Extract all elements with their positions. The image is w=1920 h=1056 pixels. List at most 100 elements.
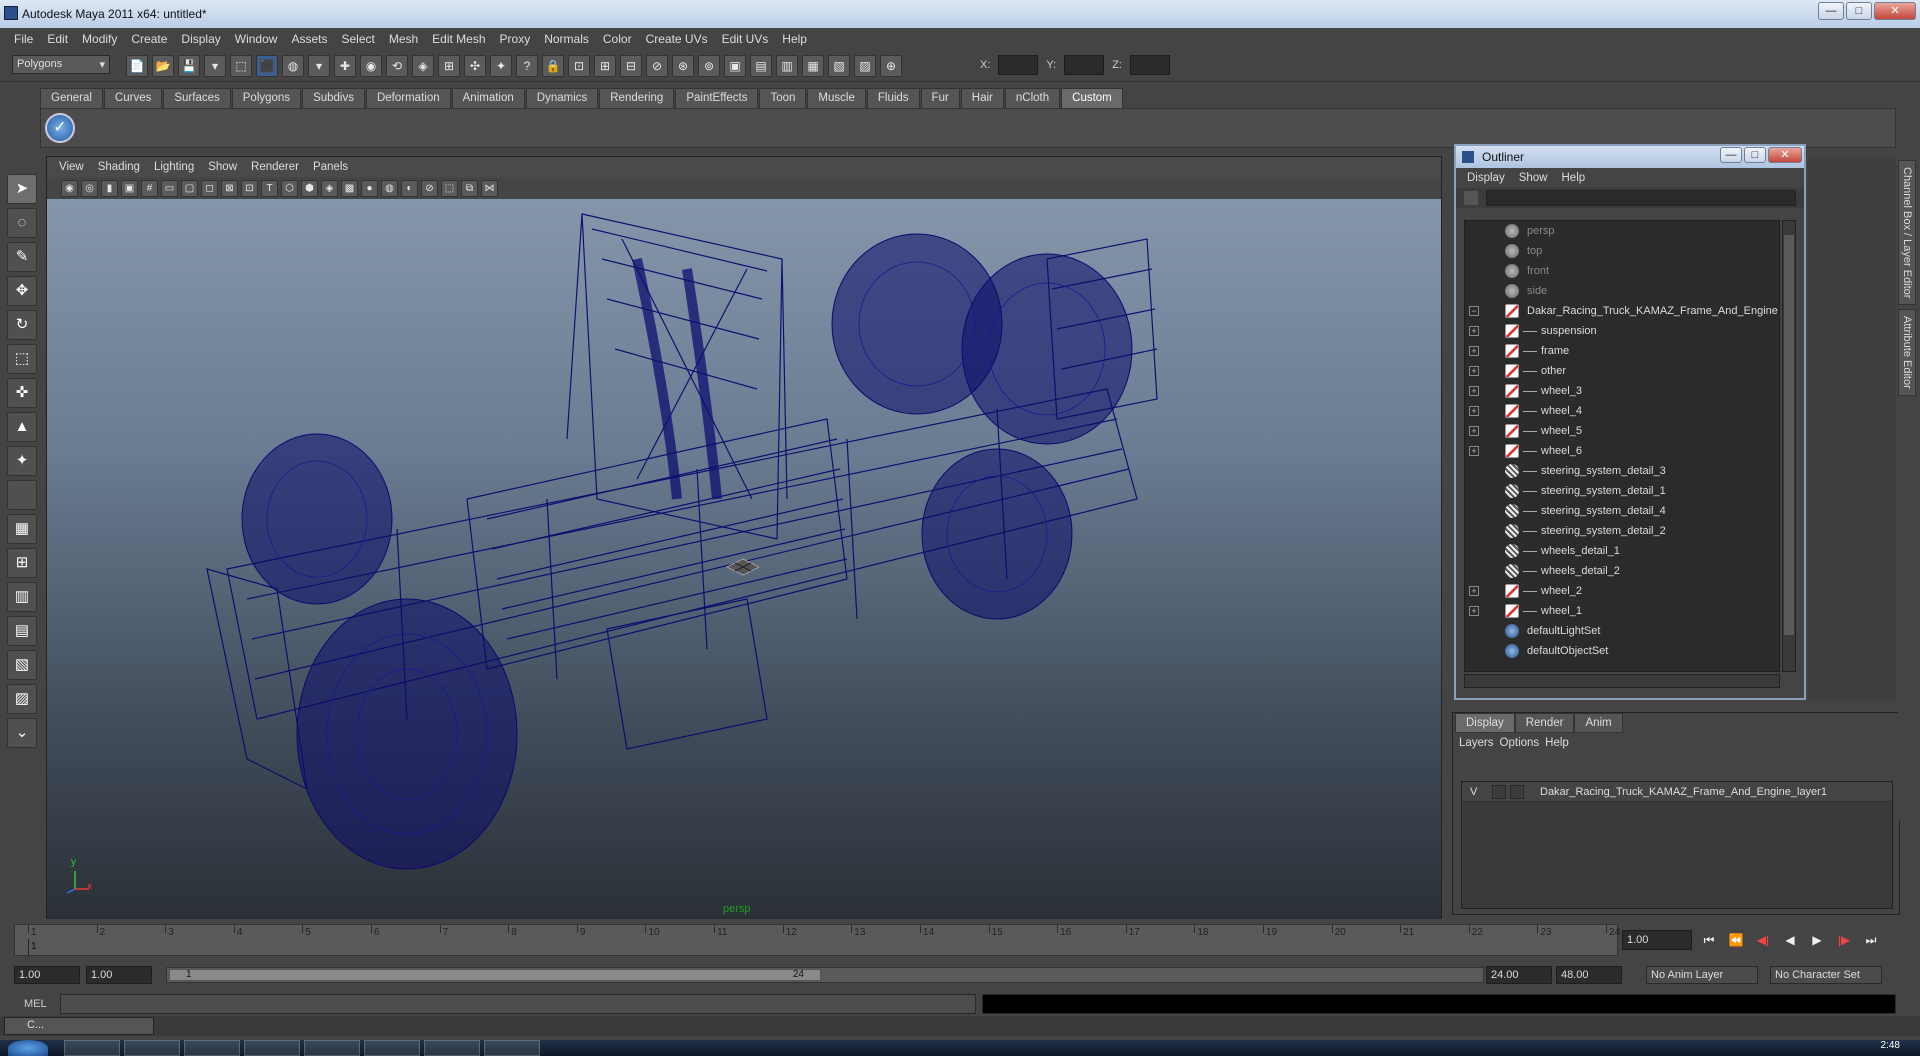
camera-select-icon[interactable]: ◉ <box>61 179 78 197</box>
checkmark-icon[interactable]: ✓ <box>45 113 75 143</box>
menu-color[interactable]: Color <box>597 30 638 48</box>
camera-attributes-icon[interactable]: ◎ <box>81 179 98 197</box>
shelf-tab-ncloth[interactable]: nCloth <box>1004 88 1061 108</box>
end-time-field[interactable]: 48.00 <box>1556 966 1622 984</box>
viewport-menu-view[interactable]: View <box>53 161 90 173</box>
shelf-tab-hair[interactable]: Hair <box>960 88 1004 108</box>
shelf-tab-general[interactable]: General <box>40 88 103 108</box>
menu-display[interactable]: Display <box>175 30 226 48</box>
outliner-item[interactable]: wheels_detail_2 <box>1465 561 1779 581</box>
smooth-shade-icon[interactable]: ⬢ <box>301 179 318 197</box>
minimized-window[interactable]: C... <box>4 1017 154 1035</box>
time-slider[interactable]: 1 1 2 3 4 5 6 7 8 9 10 11 12 13 14 15 16 17 18 19 20 21 22 23 2… <box>14 924 1620 956</box>
isolate-select-icon[interactable]: ⊘ <box>421 179 438 197</box>
current-time-marker[interactable] <box>28 939 29 955</box>
go-to-start-icon[interactable]: ⏮ <box>1698 930 1720 950</box>
status-tool-icon[interactable]: ? <box>516 55 538 77</box>
hypershade-layout-icon[interactable]: ▧ <box>7 650 37 680</box>
step-back-frame-icon[interactable]: ◀| <box>1752 930 1774 950</box>
paint-select-icon[interactable]: ✎ <box>7 242 37 272</box>
outliner-item[interactable]: + wheel_4 <box>1465 401 1779 421</box>
expand-toggle-icon[interactable]: + <box>1469 426 1479 436</box>
single-perspective-layout-icon[interactable]: ▦ <box>7 514 37 544</box>
menu-edit[interactable]: Edit <box>41 30 74 48</box>
layer-row[interactable]: V Dakar_Racing_Truck_KAMAZ_Frame_And_Engi… <box>1462 782 1892 802</box>
layer-tab-anim[interactable]: Anim <box>1574 713 1623 733</box>
layer-menu-layers[interactable]: Layers <box>1459 737 1494 749</box>
side-tab-channel-box-layer-editor[interactable]: Channel Box / Layer Editor <box>1898 160 1916 306</box>
outliner-minimize-button[interactable]: — <box>1720 147 1742 163</box>
shelf-tab-fur[interactable]: Fur <box>920 88 960 108</box>
move-tool-icon[interactable]: ✥ <box>7 276 37 306</box>
menu-create[interactable]: Create <box>125 30 173 48</box>
status-tool-icon[interactable]: ⊡ <box>568 55 590 77</box>
expand-toggle-icon[interactable]: + <box>1469 406 1479 416</box>
go-to-end-icon[interactable]: ⏭ <box>1860 930 1882 950</box>
perspective-viewport[interactable]: y x persp <box>47 199 1441 919</box>
outliner-item[interactable]: + wheel_2 <box>1465 581 1779 601</box>
layout-options-icon[interactable]: ⌄ <box>7 718 37 748</box>
viewport-menu-show[interactable]: Show <box>202 161 243 173</box>
status-tool-icon[interactable]: ▾ <box>204 55 226 77</box>
viewport-menu-panels[interactable]: Panels <box>307 161 354 173</box>
status-tool-icon[interactable]: ⊞ <box>438 55 460 77</box>
playback-end-field[interactable]: 24.00 <box>1486 966 1552 984</box>
status-tool-icon[interactable]: ▨ <box>854 55 876 77</box>
status-tool-icon[interactable]: ⊟ <box>620 55 642 77</box>
status-tool-icon[interactable]: 📂 <box>152 55 174 77</box>
status-tool-icon[interactable]: ▤ <box>750 55 772 77</box>
shelf-tab-custom[interactable]: Custom <box>1061 88 1123 108</box>
outliner-item[interactable]: + wheel_6 <box>1465 441 1779 461</box>
status-tool-icon[interactable]: ▥ <box>776 55 798 77</box>
outliner-item[interactable]: steering_system_detail_4 <box>1465 501 1779 521</box>
range-thumb[interactable]: 1 24 <box>169 969 821 981</box>
outliner-item[interactable]: steering_system_detail_3 <box>1465 461 1779 481</box>
menu-mesh[interactable]: Mesh <box>383 30 424 48</box>
outliner-item[interactable]: defaultObjectSet <box>1465 641 1779 661</box>
close-button[interactable]: ✕ <box>1874 2 1916 20</box>
command-input[interactable] <box>60 994 976 1014</box>
menu-assets[interactable]: Assets <box>285 30 333 48</box>
viewport-menu-renderer[interactable]: Renderer <box>245 161 305 173</box>
image-plane-icon[interactable]: ▣ <box>121 179 138 197</box>
default-lighting-icon[interactable]: ● <box>361 179 378 197</box>
anim-layer-dropdown[interactable]: No Anim Layer <box>1646 966 1758 984</box>
start-button-icon[interactable] <box>8 1040 48 1056</box>
menu-edit-uvs[interactable]: Edit UVs <box>716 30 775 48</box>
outliner-menu-show[interactable]: Show <box>1514 172 1553 184</box>
component-xray-icon[interactable]: ⋈ <box>481 179 498 197</box>
range-bar[interactable]: 1 24 <box>166 967 1484 983</box>
shelf-tab-rendering[interactable]: Rendering <box>599 88 675 108</box>
status-tool-icon[interactable]: ▣ <box>724 55 746 77</box>
soft-modification-icon[interactable]: ▲ <box>7 412 37 442</box>
shelf-tab-dynamics[interactable]: Dynamics <box>525 88 599 108</box>
taskbar-app-icon[interactable] <box>244 1040 300 1056</box>
status-tool-icon[interactable]: ⊚ <box>698 55 720 77</box>
menu-set-dropdown[interactable]: Polygons <box>12 55 110 74</box>
status-tool-icon[interactable]: ▾ <box>308 55 330 77</box>
shelf-tab-painteffects[interactable]: PaintEffects <box>675 88 759 108</box>
status-tool-icon[interactable]: ✚ <box>334 55 356 77</box>
z-field[interactable] <box>1129 55 1170 75</box>
safe-action-icon[interactable]: ⊡ <box>241 179 258 197</box>
filter-icon[interactable] <box>1464 191 1478 205</box>
status-tool-icon[interactable]: 💾 <box>178 55 200 77</box>
xray-joints-icon[interactable]: ⧉ <box>461 179 478 197</box>
taskbar-maya-icon[interactable] <box>424 1040 480 1056</box>
expand-toggle-icon[interactable]: + <box>1469 386 1479 396</box>
shadows-icon[interactable]: ◐ <box>401 179 418 197</box>
expand-toggle-icon[interactable]: + <box>1469 606 1479 616</box>
outliner-item[interactable]: persp <box>1465 221 1779 241</box>
four-view-layout-icon[interactable]: ⊞ <box>7 548 37 578</box>
film-gate-icon[interactable]: ▭ <box>161 179 178 197</box>
status-tool-icon[interactable]: ▧ <box>828 55 850 77</box>
layer-menu-help[interactable]: Help <box>1545 737 1569 749</box>
minimize-button[interactable]: — <box>1818 2 1844 20</box>
status-tool-icon[interactable]: ⊞ <box>594 55 616 77</box>
status-tool-icon[interactable]: ⟲ <box>386 55 408 77</box>
playback-start-field[interactable]: 1.00 <box>86 966 152 984</box>
grid-toggle-icon[interactable]: # <box>141 179 158 197</box>
outliner-item[interactable]: wheels_detail_1 <box>1465 541 1779 561</box>
status-tool-icon[interactable]: ◈ <box>412 55 434 77</box>
start-time-field[interactable]: 1.00 <box>14 966 80 984</box>
